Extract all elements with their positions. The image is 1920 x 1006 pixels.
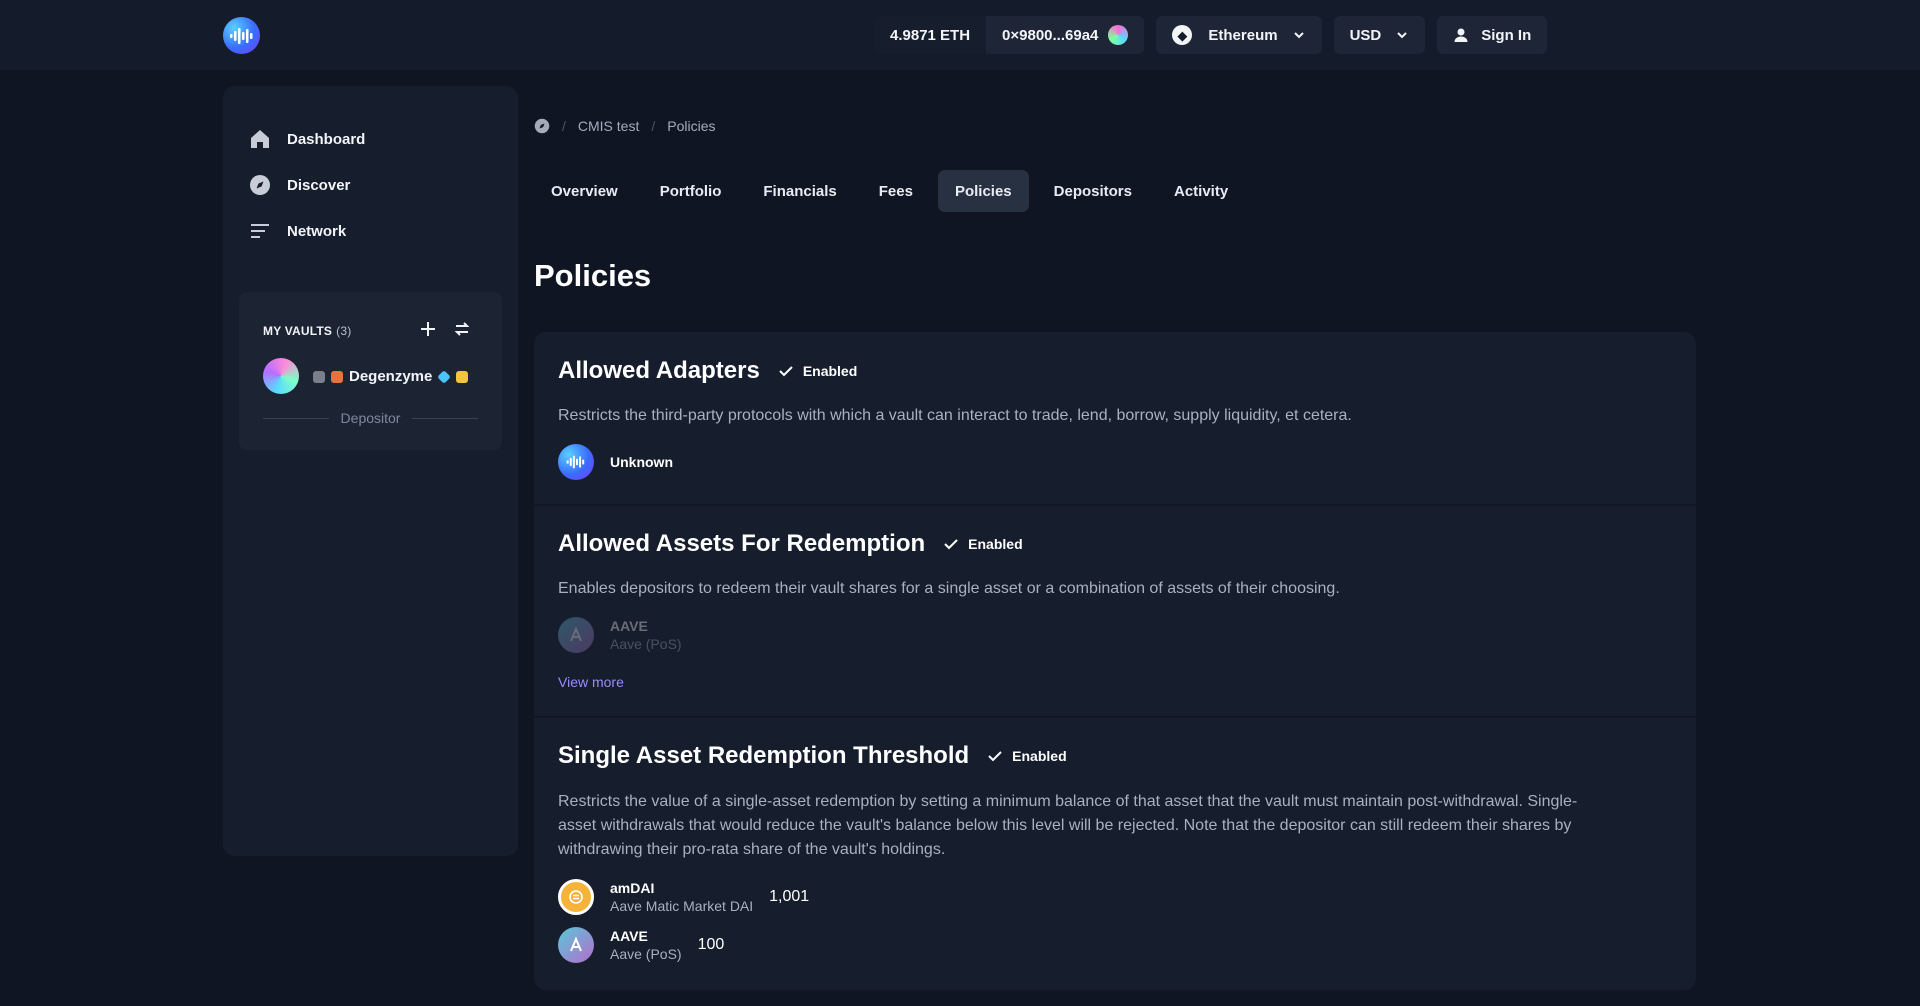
sidebar: Dashboard Discover Network MY VAULTS (3) … [223,86,518,856]
policy-title-text: Allowed Assets For Redemption [558,530,926,557]
sign-in-button[interactable]: Sign In [1437,16,1548,54]
compass-icon [250,175,270,195]
policy-title-text: Allowed Adapters [558,357,760,384]
tab-policies[interactable]: Policies [937,170,1029,212]
wallet-address-button[interactable]: 0×9800...69a4 [986,16,1145,54]
description-line: asset withdrawals that would reduce the … [558,817,1572,834]
policy-title: Allowed Adapters Enabled [558,357,857,385]
my-vaults-count: (3) [336,324,352,338]
tab-fees[interactable]: Fees [862,170,930,212]
currency-selector[interactable]: USD [1333,16,1426,54]
view-more-link[interactable]: View more [558,674,624,690]
list-item: amDAI Aave Matic Market DAI 1,001 [558,879,809,915]
enzyme-logo-icon [558,444,594,480]
asset-name: AAVE [610,618,648,634]
sidebar-item-discover[interactable]: Discover [249,174,350,196]
asset-subtitle: Aave Matic Market DAI [610,898,754,914]
status-badge: Enabled [987,748,1067,764]
sidebar-item-label: Dashboard [287,130,366,148]
breadcrumb-vault[interactable]: CMIS test [578,118,639,134]
vault-role: Depositor [263,410,479,426]
tab-overview[interactable]: Overview [534,170,635,212]
my-vaults-title: MY VAULTS [263,324,333,338]
policy-description: Restricts the value of a single-asset re… [558,790,1658,862]
my-vaults-panel: MY VAULTS (3) Degenzyme Depositor [239,292,502,450]
tab-activity[interactable]: Activity [1157,170,1245,212]
policy-title: Single Asset Redemption Threshold Enable… [558,742,1067,770]
wallet-group[interactable]: 4.9871 ETH 0×9800...69a4 [874,16,1145,54]
aave-icon [558,927,594,963]
hands-icon [456,370,469,383]
badge-icon [331,370,343,383]
home-icon [251,130,269,148]
sidebar-item-label: Discover [287,176,351,194]
check-icon [779,366,793,377]
plus-icon[interactable] [419,320,437,338]
wallet-address: 0×9800...69a4 [1002,26,1099,44]
asset-name: Unknown [610,454,673,470]
list-item: AAVE Aave (PoS) 100 [558,927,724,963]
tab-depositors[interactable]: Depositors [1037,170,1149,212]
vault-name: Degenzyme [349,368,433,385]
sidebar-item-label: Network [287,222,347,240]
chevron-down-icon [1293,32,1304,39]
vault-item-degenzyme[interactable]: Degenzyme [313,368,469,385]
check-icon [988,751,1002,762]
network-label: Ethereum [1208,26,1278,44]
asset-subtitle: Aave (PoS) [610,636,682,652]
sign-in-label: Sign In [1481,26,1532,44]
check-icon [944,539,958,550]
status-label: Enabled [968,536,1023,552]
tab-portfolio[interactable]: Portfolio [643,170,739,212]
vault-role-label: Depositor [340,410,401,426]
policy-description: Enables depositors to redeem their vault… [558,580,1340,597]
policy-title-text: Single Asset Redemption Threshold [558,742,970,769]
policy-description: Restricts the third-party protocols with… [558,407,1352,424]
top-bar: 4.9871 ETH 0×9800...69a4 ◆ Ethereum USD … [0,0,1920,70]
list-item: Unknown [558,444,673,480]
badge-icon [313,370,325,383]
sidebar-item-network[interactable]: Network [249,220,346,242]
status-badge: Enabled [778,363,857,379]
asset-subtitle: Aave (PoS) [610,946,682,962]
tab-bar: Overview Portfolio Financials Fees Polic… [534,170,1245,212]
description-line: Restricts the value of a single-asset re… [558,793,1578,810]
threshold-value: 100 [697,936,725,953]
diamond-icon [437,369,452,384]
policies-panel: Allowed Adapters Enabled Restricts the t… [534,332,1696,990]
asset-name: AAVE [610,928,648,944]
dai-icon [558,879,594,915]
status-label: Enabled [802,363,858,379]
swap-icon[interactable] [453,320,471,338]
asset-name: amDAI [610,880,655,896]
ethereum-icon: ◆ [1172,25,1193,45]
eth-balance[interactable]: 4.9871 ETH [874,16,987,54]
enzyme-logo-icon[interactable] [223,17,260,54]
status-badge: Enabled [943,536,1023,552]
network-selector[interactable]: ◆ Ethereum [1156,16,1322,54]
list-item: AAVE Aave (PoS) [558,617,682,653]
compass-icon[interactable] [534,118,550,134]
wallet-avatar-icon [1108,25,1129,45]
page-title: Policies [534,258,652,293]
tab-financials[interactable]: Financials [746,170,853,212]
aave-icon [558,617,594,653]
threshold-value: 1,001 [769,888,810,905]
chevron-down-icon [1397,32,1407,39]
user-icon [1454,28,1468,42]
my-vaults-heading: MY VAULTS (3) [263,324,351,338]
breadcrumb-current: Policies [667,118,716,134]
vault-avatar[interactable] [263,358,299,394]
status-label: Enabled [1012,748,1067,764]
policy-title: Allowed Assets For Redemption Enabled [558,530,1023,558]
currency-label: USD [1349,26,1382,44]
sidebar-item-dashboard[interactable]: Dashboard [249,128,365,150]
description-line: withdrawing their pro-rata share of the … [558,841,946,858]
list-icon [251,224,269,238]
breadcrumb: / CMIS test / Policies [534,118,716,134]
